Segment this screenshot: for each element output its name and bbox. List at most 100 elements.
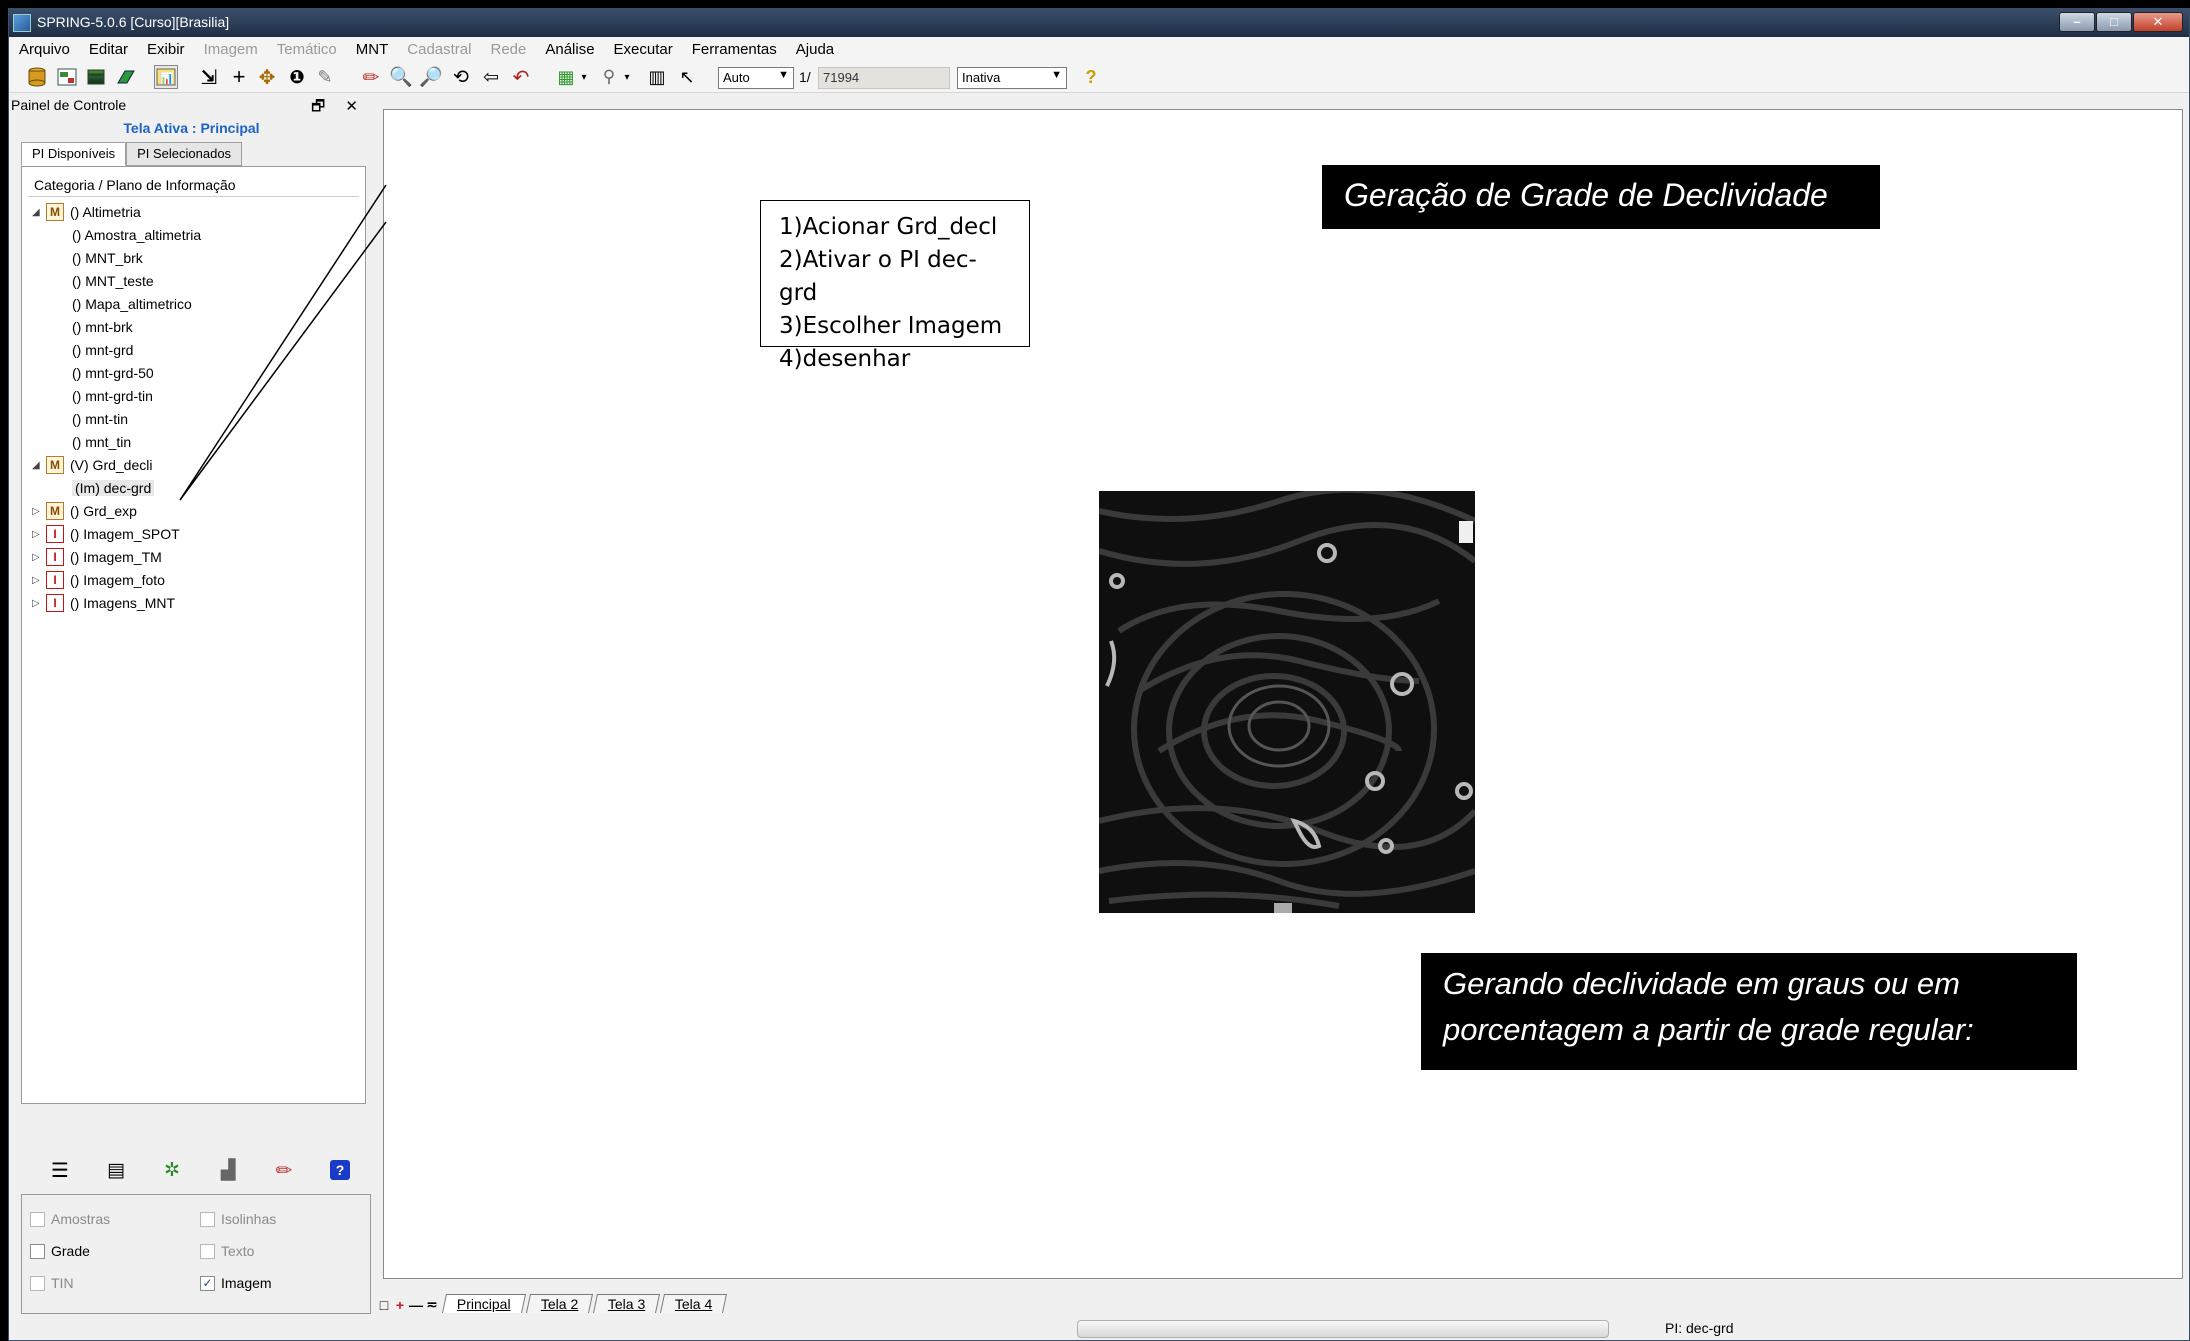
tab-tela-3[interactable]: Tela 3 — [593, 1294, 661, 1313]
database-icon[interactable] — [25, 65, 49, 89]
menu-arquivo[interactable]: Arquivo — [19, 41, 70, 58]
tab-label: Tela 2 — [540, 1296, 578, 1312]
pencil-icon[interactable]: ✏ — [359, 65, 383, 89]
color-palette-icon[interactable]: ▦ — [554, 65, 578, 89]
scale-mode-select[interactable]: Auto ▼ — [718, 67, 794, 89]
subtitle-line: porcentagem a partir de grade regular: — [1443, 1012, 1974, 1047]
scale-value-field[interactable]: 71994 — [818, 67, 950, 89]
collapse-triangle-icon[interactable]: ▷ — [32, 598, 46, 609]
undo-icon[interactable]: ↶ — [509, 65, 533, 89]
menu-ajuda[interactable]: Ajuda — [796, 41, 834, 58]
slope-grid-image[interactable] — [1099, 491, 1475, 913]
checkbox-label: Isolinhas — [221, 1211, 277, 1227]
tree-item[interactable]: () mnt_tin — [72, 431, 131, 453]
chevron-down-icon: ▼ — [778, 69, 789, 81]
menu-exibir[interactable]: Exibir — [147, 41, 185, 58]
display-toggle-icon[interactable]: 📊 — [154, 65, 178, 89]
menu-cadastral[interactable]: Cadastral — [407, 41, 471, 58]
collapse-triangle-icon[interactable]: ▷ — [32, 552, 46, 563]
tree-item[interactable]: () MNT_teste — [72, 270, 154, 292]
tree-item[interactable]: () mnt-grd-tin — [72, 385, 153, 407]
chevron-down-icon: ▼ — [1051, 69, 1062, 81]
cursor-mode-select[interactable]: Inativa ▼ — [957, 67, 1067, 89]
menu-rede[interactable]: Rede — [490, 41, 526, 58]
menu-analise[interactable]: Análise — [545, 41, 594, 58]
edit-pencil-icon[interactable]: ✏ — [271, 1157, 297, 1183]
tree-category-label: (V) Grd_decli — [70, 457, 153, 473]
expand-triangle-icon[interactable]: ◢ — [32, 460, 46, 471]
tab-pi-disponiveis[interactable]: PI Disponíveis — [21, 142, 127, 166]
expand-triangle-icon[interactable]: ◢ — [32, 207, 46, 218]
draw-polygon-icon[interactable] — [114, 65, 138, 89]
instruction-step: 1)Acionar Grd_decl — [779, 214, 998, 240]
dropdown-arrow-icon[interactable]: ▾ — [620, 65, 634, 89]
screen-tile-control[interactable]: ≂ — [424, 1296, 440, 1313]
tree-item[interactable]: () Amostra_altimetria — [72, 224, 201, 246]
tree-category-grd-decli[interactable]: ◢ M (V) Grd_decli — [32, 454, 152, 476]
project-icon[interactable] — [55, 65, 79, 89]
tree-item[interactable]: () mnt-grd-50 — [72, 362, 154, 384]
imagem-checkbox[interactable]: ✓ Imagem — [200, 1275, 272, 1291]
visual-icon[interactable]: ✲ — [159, 1157, 185, 1183]
tree-item[interactable]: () Mapa_altimetrico — [72, 293, 192, 315]
minimize-button[interactable]: – — [2059, 12, 2095, 32]
table-icon[interactable]: ▤ — [103, 1157, 129, 1183]
list-icon[interactable]: ☰ — [47, 1157, 73, 1183]
tab-tela-4[interactable]: Tela 4 — [660, 1294, 728, 1313]
tree-item[interactable]: () MNT_brk — [72, 247, 143, 269]
tag-icon[interactable]: ✎ — [313, 65, 337, 89]
tree-category-altimetria[interactable]: ◢ M () Altimetria — [32, 201, 141, 223]
grade-checkbox[interactable]: Grade — [30, 1243, 90, 1259]
slope-contours-graphic — [1099, 491, 1475, 913]
tree-category-imagem-tm[interactable]: ▷ I () Imagem_TM — [32, 546, 162, 568]
zoom-window-icon[interactable]: ⟲ — [449, 65, 473, 89]
arrow-down-icon[interactable]: ⇲ — [197, 65, 221, 89]
screen-remove-control[interactable]: — — [408, 1297, 424, 1313]
screen-add-control[interactable]: + — [392, 1297, 408, 1313]
menu-imagem[interactable]: Imagem — [204, 41, 258, 58]
pan-icon[interactable]: ✥ — [255, 65, 279, 89]
dropdown-arrow-icon[interactable]: ▾ — [577, 65, 591, 89]
help-icon[interactable]: ? — [327, 1157, 353, 1183]
tab-pi-selecionados[interactable]: PI Selecionados — [126, 142, 243, 166]
menu-executar[interactable]: Executar — [614, 41, 673, 58]
collapse-triangle-icon[interactable]: ▷ — [32, 529, 46, 540]
menu-tematico[interactable]: Temático — [277, 41, 337, 58]
tree-category-label: () Grd_exp — [70, 503, 137, 519]
tree-category-imagens-mnt[interactable]: ▷ I () Imagens_MNT — [32, 592, 175, 614]
tree-category-grd-exp[interactable]: ▷ M () Grd_exp — [32, 500, 137, 522]
collapse-triangle-icon[interactable]: ▷ — [32, 575, 46, 586]
info-icon[interactable]: ❶ — [285, 65, 309, 89]
tree-item[interactable]: () mnt-brk — [72, 316, 133, 338]
isolinhas-checkbox[interactable]: Isolinhas — [200, 1211, 276, 1227]
zoom-scale-icon[interactable]: ⚲ — [597, 65, 621, 89]
chart-icon[interactable]: ▟ — [215, 1157, 241, 1183]
tin-checkbox[interactable]: TIN — [30, 1275, 74, 1291]
tree-item[interactable]: () mnt-grd — [72, 339, 133, 361]
layers-icon[interactable] — [84, 65, 108, 89]
help-icon[interactable]: ? — [1079, 65, 1103, 89]
close-button[interactable]: ✕ — [2133, 12, 2183, 32]
tree-item[interactable]: () mnt-tin — [72, 408, 128, 430]
zoom-in-icon[interactable]: 🔍 — [389, 65, 413, 89]
amostras-checkbox[interactable]: Amostras — [30, 1211, 110, 1227]
drawing-canvas[interactable]: 1)Acionar Grd_decl 2)Ativar o PI dec-grd… — [179, 109, 2183, 1279]
menu-mnt[interactable]: MNT — [356, 41, 389, 58]
maximize-button[interactable]: □ — [2096, 12, 2132, 32]
tree-category-imagem-spot[interactable]: ▷ I () Imagem_SPOT — [32, 523, 180, 545]
collapse-triangle-icon[interactable]: ▷ — [32, 506, 46, 517]
back-arrow-icon[interactable]: ⇦ — [479, 65, 503, 89]
tree-item-dec-grd[interactable]: (Im) dec-grd — [72, 477, 155, 499]
tab-principal[interactable]: Principal — [441, 1294, 526, 1313]
tree-category-imagem-foto[interactable]: ▷ I () Imagem_foto — [32, 569, 165, 591]
menu-ferramentas[interactable]: Ferramentas — [692, 41, 777, 58]
cursor-select-icon[interactable]: ↖ — [675, 65, 699, 89]
screen-restore-control[interactable]: □ — [376, 1297, 392, 1313]
zoom-out-icon[interactable]: 🔎 — [419, 65, 443, 89]
texto-checkbox[interactable]: Texto — [200, 1243, 254, 1259]
tab-tela-2[interactable]: Tela 2 — [525, 1294, 594, 1313]
menu-editar[interactable]: Editar — [89, 41, 128, 58]
grid-display-icon[interactable]: ▥ — [645, 65, 669, 89]
crosshair-icon[interactable]: + — [227, 64, 251, 89]
tree-category-label: () Imagem_TM — [70, 549, 162, 565]
